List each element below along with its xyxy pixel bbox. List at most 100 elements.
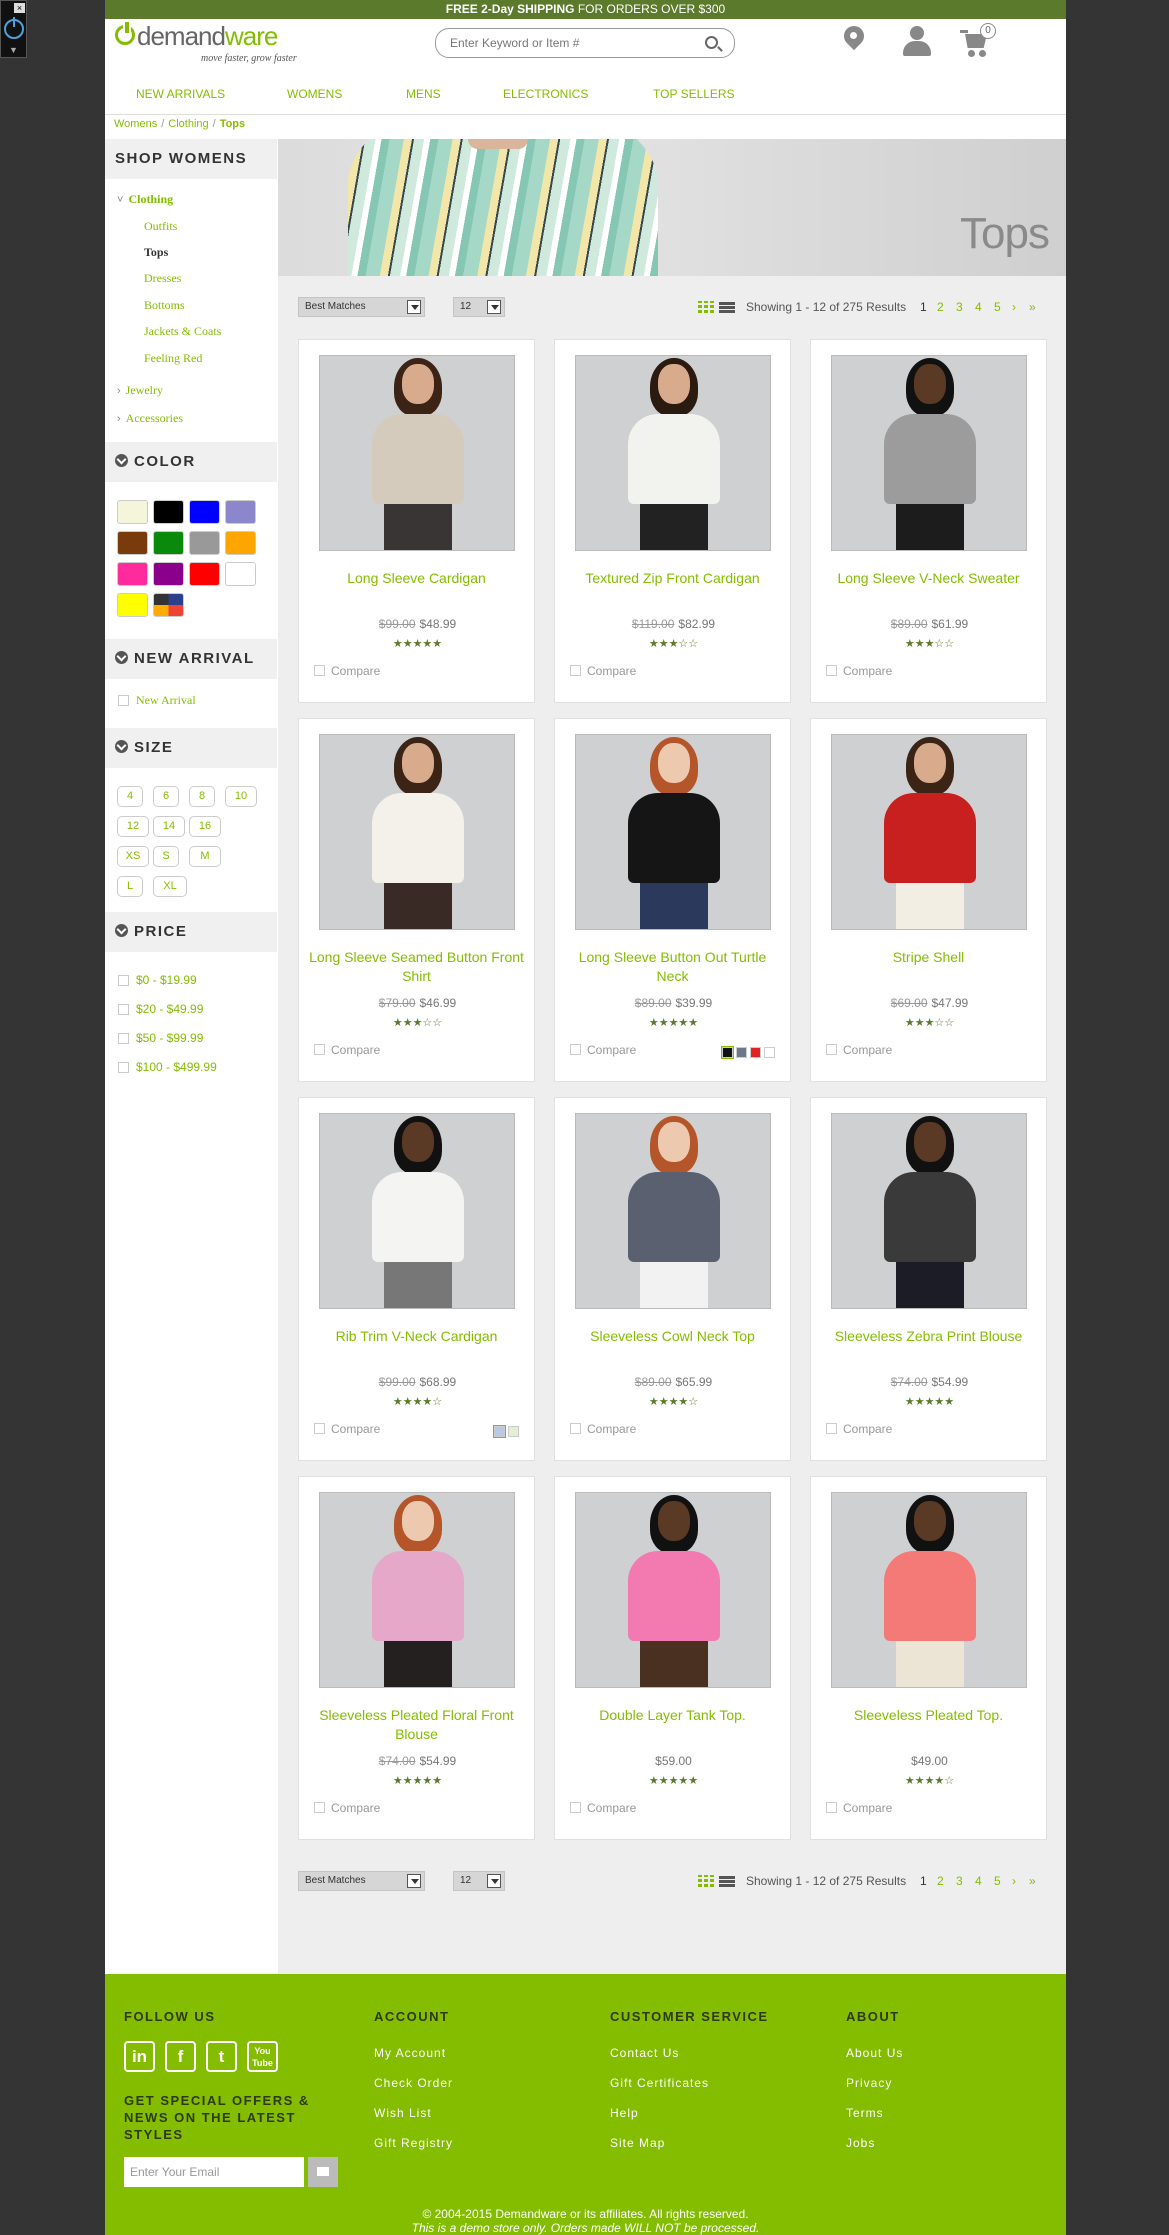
sort-select[interactable]: Best Matches [298,1871,425,1891]
footer-link[interactable]: Privacy [846,2076,892,2090]
nav-top-sellers[interactable]: TOP SELLERS [653,87,735,101]
size-option[interactable]: 4 [117,786,143,807]
swatch-chip[interactable] [750,1047,761,1058]
size-option[interactable]: 8 [189,786,215,807]
product-name[interactable]: Textured Zip Front Cardigan [565,569,780,588]
footer-link[interactable]: Site Map [610,2136,665,2150]
product-tile[interactable]: Long Sleeve Cardigan $99.00 $48.99 ★★★★★ Com… [298,339,535,703]
product-tile[interactable]: Long Sleeve V-Neck Sweater $89.00 $61.99 ★★… [810,339,1047,703]
footer-link[interactable]: Jobs [846,2136,875,2150]
footer-link[interactable]: Help [610,2106,639,2120]
size-option[interactable]: 14 [153,816,185,837]
footer-link[interactable]: Gift Registry [374,2136,453,2150]
product-name[interactable]: Double Layer Tank Top. [565,1706,780,1725]
nav-new-arrivals[interactable]: NEW ARRIVALS [136,87,225,101]
page-3[interactable]: 3 [956,1874,963,1888]
category-accessories[interactable]: › Accessories [117,411,183,426]
page-2[interactable]: 2 [937,300,944,314]
product-tile[interactable]: Long Sleeve Button Out Turtle Neck $89.00… [554,718,791,1082]
linkedin-icon[interactable]: in [124,2041,155,2072]
email-signup-input[interactable] [124,2157,304,2187]
breadcrumb-womens[interactable]: Womens [114,118,157,130]
footer-link[interactable]: Wish List [374,2106,432,2120]
product-tile[interactable]: Sleeveless Zebra Print Blouse $74.00 $54.9… [810,1097,1047,1461]
brand-logo[interactable]: demandware move faster, grow faster [115,21,305,67]
swatch-chip[interactable] [764,1047,775,1058]
product-name[interactable]: Long Sleeve Cardigan [309,569,524,588]
new-arrival-filter-heading[interactable]: NEW ARRIVAL [105,639,277,679]
size-option[interactable]: S [153,846,179,867]
product-name[interactable]: Sleeveless Pleated Top. [821,1706,1036,1725]
product-image[interactable] [319,355,515,551]
next-page[interactable]: › [1012,300,1016,314]
page-size-select[interactable]: 12 [453,297,505,317]
color-swatch[interactable] [189,531,220,555]
nav-womens[interactable]: WOMENS [287,87,342,101]
page-2[interactable]: 2 [937,1874,944,1888]
dev-toolbar-widget[interactable]: × ▼ [0,0,27,58]
footer-link[interactable]: Contact Us [610,2046,679,2060]
breadcrumb-tops[interactable]: Tops [220,118,245,130]
swatch-chip[interactable] [493,1425,506,1438]
compare-checkbox[interactable]: Compare [826,1043,892,1057]
color-swatch[interactable] [189,500,220,524]
size-option[interactable]: 10 [225,786,257,807]
product-image[interactable] [831,1113,1027,1309]
nav-mens[interactable]: MENS [406,87,441,101]
product-tile[interactable]: Rib Trim V-Neck Cardigan $99.00 $68.99 ★★★★… [298,1097,535,1461]
price-option[interactable]: $100 - $499.99 [136,1060,217,1074]
color-swatch[interactable] [189,562,220,586]
last-page[interactable]: » [1029,1874,1036,1888]
list-view-icon[interactable] [719,301,735,313]
chevron-down-icon[interactable]: ▼ [9,45,18,55]
product-name[interactable]: Sleeveless Cowl Neck Top [565,1327,780,1346]
color-filter-heading[interactable]: COLOR [105,442,277,482]
product-tile[interactable]: Double Layer Tank Top. $59.00 ★★★★★ Compare [554,1476,791,1840]
compare-checkbox[interactable]: Compare [314,1801,380,1815]
compare-checkbox[interactable]: Compare [826,664,892,678]
twitter-icon[interactable]: t [206,2041,237,2072]
product-name[interactable]: Stripe Shell [821,948,1036,967]
search-input[interactable] [450,34,690,52]
compare-checkbox[interactable]: Compare [570,1422,636,1436]
last-page[interactable]: » [1029,300,1036,314]
color-swatch[interactable] [225,562,256,586]
footer-link[interactable]: My Account [374,2046,446,2060]
youtube-icon[interactable]: You Tube [247,2041,278,2072]
product-name[interactable]: Sleeveless Zebra Print Blouse [821,1327,1036,1346]
breadcrumb-clothing[interactable]: Clothing [168,118,208,130]
footer-link[interactable]: About Us [846,2046,903,2060]
page-5[interactable]: 5 [994,300,1001,314]
color-swatch[interactable] [153,593,184,617]
product-image[interactable] [319,1492,515,1688]
price-checkbox[interactable] [118,975,129,986]
size-option[interactable]: M [189,846,221,867]
product-name[interactable]: Long Sleeve Seamed Button Front Shirt [309,948,524,986]
compare-checkbox[interactable]: Compare [314,664,380,678]
close-icon[interactable]: × [14,3,25,13]
subcategory-tops[interactable]: Tops [144,245,168,260]
page-1[interactable]: 1 [920,1874,927,1888]
price-filter-heading[interactable]: PRICE [105,912,277,952]
subcategory-feeling-red[interactable]: Feeling Red [144,351,202,366]
color-swatch[interactable] [153,531,184,555]
price-checkbox[interactable] [118,1062,129,1073]
compare-checkbox[interactable]: Compare [570,664,636,678]
footer-link[interactable]: Check Order [374,2076,453,2090]
account-icon[interactable] [902,26,932,58]
size-option[interactable]: XS [117,846,149,867]
cart-icon[interactable]: 0 [960,23,996,58]
product-image[interactable] [319,1113,515,1309]
page-4[interactable]: 4 [975,300,982,314]
product-tile[interactable]: Sleeveless Pleated Top. $49.00 ★★★★☆ Compar… [810,1476,1047,1840]
price-checkbox[interactable] [118,1033,129,1044]
size-option[interactable]: 16 [189,816,221,837]
product-name[interactable]: Long Sleeve V-Neck Sweater [821,569,1036,588]
compare-checkbox[interactable]: Compare [826,1422,892,1436]
footer-link[interactable]: Gift Certificates [610,2076,709,2090]
product-image[interactable] [831,355,1027,551]
page-size-select[interactable]: 12 [453,1871,505,1891]
size-option[interactable]: 12 [117,816,149,837]
compare-checkbox[interactable]: Compare [314,1043,380,1057]
color-swatch[interactable] [225,531,256,555]
